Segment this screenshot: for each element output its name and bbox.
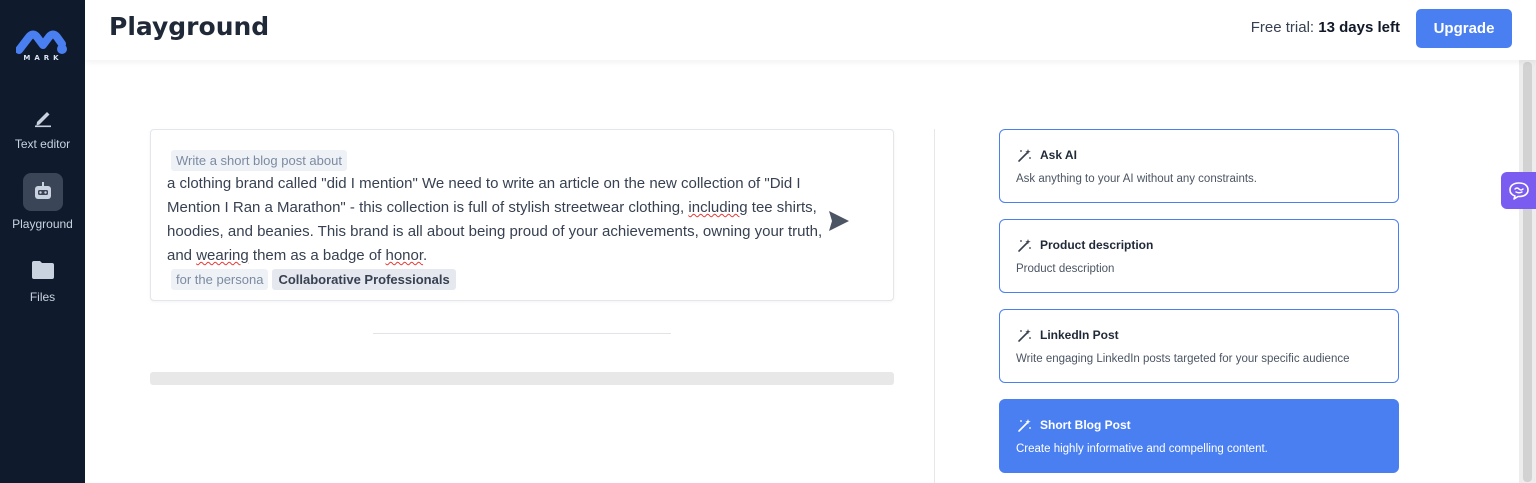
prompt-prefix-chip: Write a short blog post about — [171, 150, 347, 171]
sidebar-item-files[interactable]: Files — [0, 252, 85, 304]
prompt-text-part: honor — [385, 247, 424, 264]
template-description: Create highly informative and compelling… — [1016, 443, 1268, 455]
sidebar: MARK Text editor Playground Files — [0, 0, 85, 483]
robot-icon — [22, 173, 63, 211]
app-root: MARK Text editor Playground Files Playgr… — [0, 0, 1536, 483]
magic-wand-icon — [1018, 419, 1031, 432]
sidebar-item-label: Files — [29, 290, 56, 304]
pencil-icon — [23, 98, 63, 136]
trial-days: 13 days left — [1318, 19, 1400, 36]
chat-widget-button[interactable] — [1501, 172, 1536, 209]
persona-row: for the persona Collaborative Profession… — [171, 269, 456, 290]
folder-icon — [23, 252, 63, 288]
sidebar-item-label: Text editor — [14, 137, 71, 151]
prompt-text-part: wearing — [196, 247, 249, 264]
trial-prefix: Free trial: — [1250, 19, 1315, 36]
template-title: Product description — [1040, 238, 1154, 252]
persona-label-chip: for the persona — [171, 269, 269, 290]
prompt-text-part: them as a badge of — [248, 247, 386, 264]
trial-status: Free trial: 13 days left — [1251, 19, 1400, 36]
prompt-text[interactable]: a clothing brand called "did I mention" … — [167, 172, 827, 268]
template-description: Write engaging LinkedIn posts targeted f… — [1016, 353, 1350, 365]
template-card-short-blog-post[interactable]: Short Blog Post Create highly informativ… — [999, 399, 1399, 473]
loading-placeholder — [150, 372, 894, 385]
prompt-text-part: including — [688, 199, 748, 216]
template-title: LinkedIn Post — [1040, 328, 1119, 342]
prompt-text-part: . — [423, 247, 428, 264]
magic-wand-icon — [1018, 329, 1031, 342]
chat-brain-icon — [1508, 181, 1529, 200]
send-icon[interactable] — [828, 210, 850, 232]
divider — [373, 333, 671, 334]
template-description: Product description — [1016, 263, 1115, 275]
template-card-ask-ai[interactable]: Ask AI Ask anything to your AI without a… — [999, 129, 1399, 203]
template-title: Short Blog Post — [1040, 418, 1131, 432]
sidebar-item-label: Playground — [12, 217, 73, 231]
template-title: Ask AI — [1040, 148, 1077, 162]
template-card-linkedin-post[interactable]: LinkedIn Post Write engaging LinkedIn po… — [999, 309, 1399, 383]
persona-value-chip[interactable]: Collaborative Professionals — [272, 269, 456, 290]
header: Playground Free trial: 13 days left Upgr… — [85, 0, 1536, 60]
template-card-product-description[interactable]: Product description Product description — [999, 219, 1399, 293]
scrollbar-thumb[interactable] — [1523, 62, 1532, 482]
magic-wand-icon — [1018, 149, 1031, 162]
logo-text: MARK — [23, 54, 63, 62]
sidebar-item-playground[interactable]: Playground — [0, 173, 85, 231]
prompt-card[interactable]: Write a short blog post about a clothing… — [150, 129, 894, 301]
vertical-divider — [934, 129, 935, 483]
upgrade-button[interactable]: Upgrade — [1416, 9, 1512, 48]
magic-wand-icon — [1018, 239, 1031, 252]
template-description: Ask anything to your AI without any cons… — [1016, 173, 1257, 185]
page-title: Playground — [109, 12, 270, 41]
sidebar-item-text-editor[interactable]: Text editor — [0, 98, 85, 151]
